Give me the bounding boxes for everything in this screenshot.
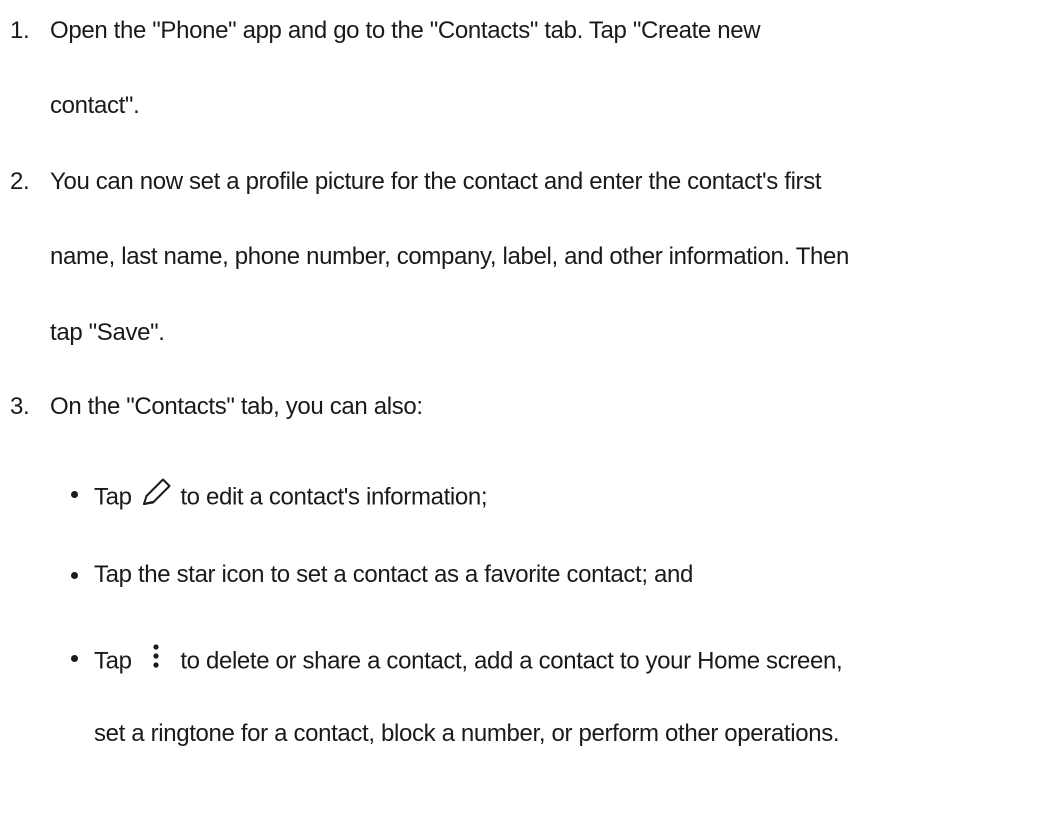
step-1-line-2: contact". <box>50 92 140 119</box>
bullet-2-text: Tap the star icon to set a contact as a … <box>94 561 694 588</box>
step-2-line-3: tap "Save". <box>50 319 165 346</box>
bullet-1-text: Tap to edit a contact's information; <box>94 477 488 517</box>
bullet-3-text: Tap to delete or share a contact, add a … <box>94 641 843 681</box>
bullet-1-prefix: Tap <box>94 483 132 511</box>
instructions-document: 1. Open the "Phone" app and go to the "C… <box>0 0 1049 830</box>
step-2-number: 2. <box>10 168 30 195</box>
bullet-dot <box>71 655 78 662</box>
bullet-3-continuation: set a ringtone for a contact, block a nu… <box>94 720 840 747</box>
bullet-3-prefix: Tap <box>94 647 132 675</box>
step-1-number: 1. <box>10 17 30 44</box>
pencil-icon <box>138 477 174 515</box>
bullet-1-suffix: to edit a contact's information; <box>180 483 488 511</box>
step-3-number: 3. <box>10 393 30 420</box>
bullet-3-suffix: to delete or share a contact, add a cont… <box>180 647 843 675</box>
bullet-dot <box>71 491 78 498</box>
step-3-line-1: On the "Contacts" tab, you can also: <box>50 393 423 420</box>
bullet-dot <box>71 572 78 579</box>
step-1-line-1: Open the "Phone" app and go to the "Cont… <box>50 17 761 44</box>
step-2-line-2: name, last name, phone number, company, … <box>50 243 850 270</box>
step-2-line-1: You can now set a profile picture for th… <box>50 168 822 195</box>
more-vertical-icon <box>138 641 174 679</box>
